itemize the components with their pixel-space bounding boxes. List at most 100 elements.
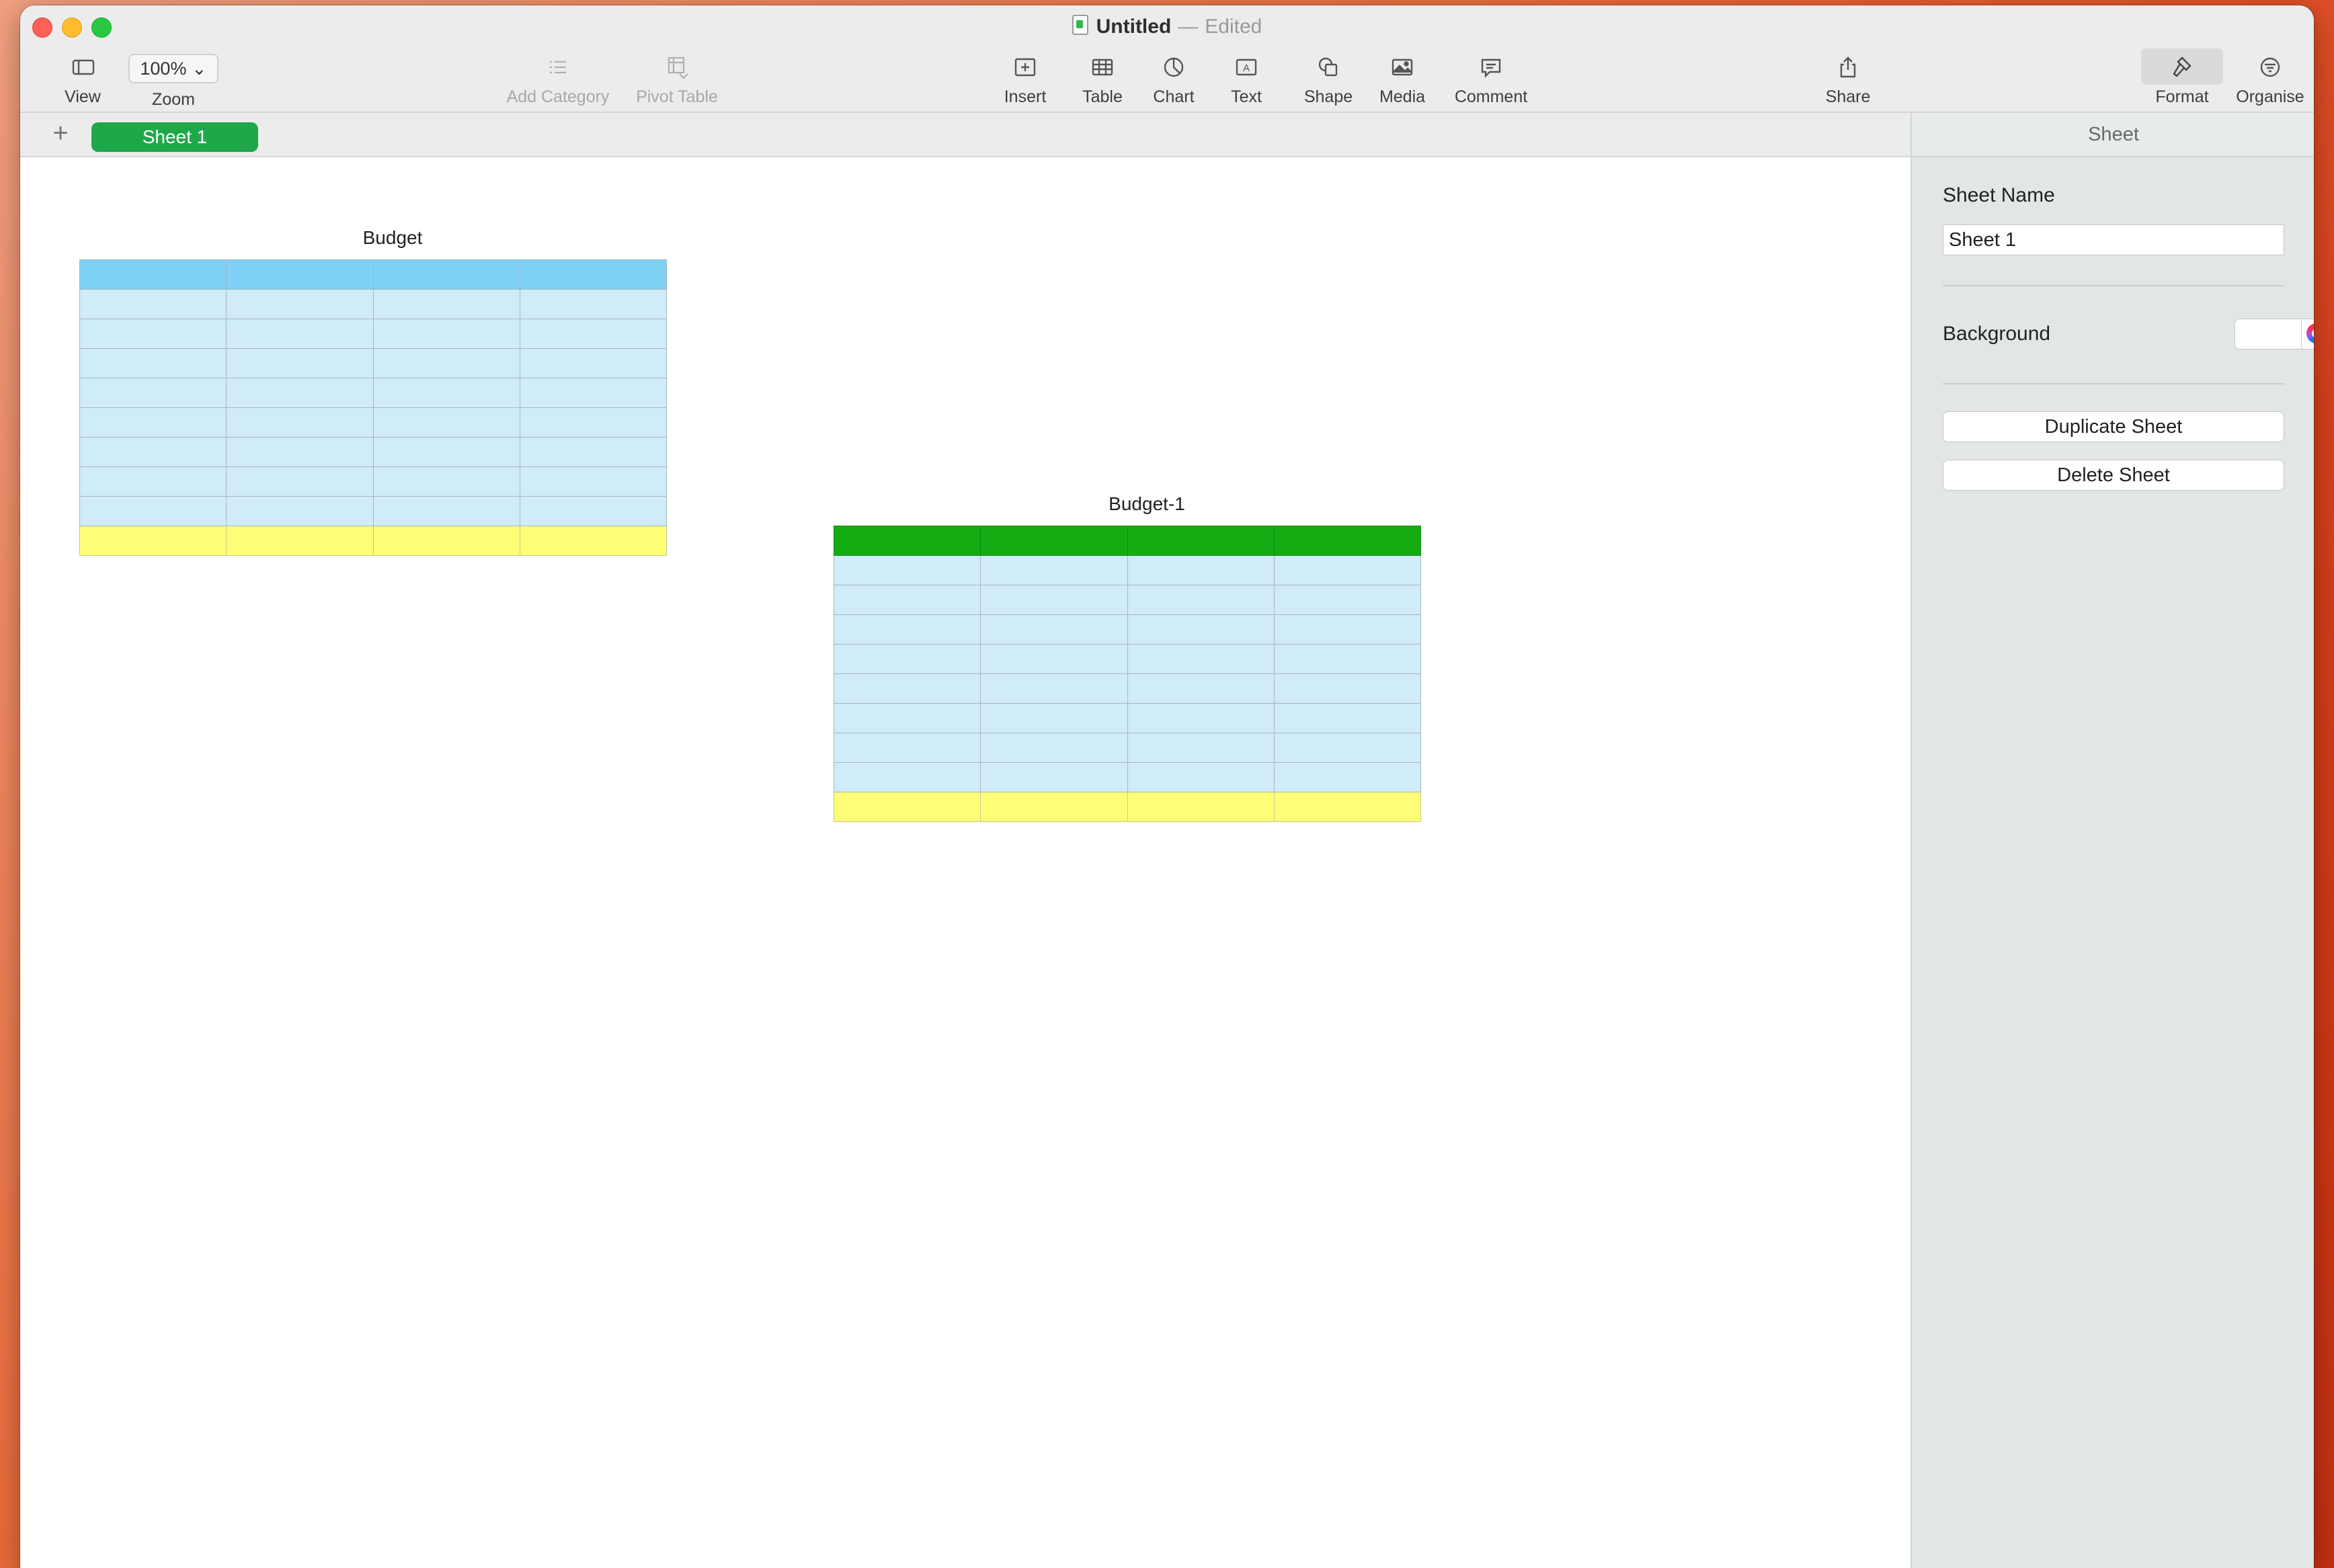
- header-row[interactable]: [79, 259, 668, 290]
- zoom-select[interactable]: 100% ⌄: [128, 54, 218, 83]
- table-row[interactable]: [833, 673, 1422, 704]
- table-cell[interactable]: [1273, 555, 1422, 585]
- table-cell[interactable]: [372, 466, 520, 497]
- table-cell[interactable]: [226, 407, 374, 438]
- text-button[interactable]: A Text: [1213, 54, 1280, 109]
- table-row[interactable]: [833, 614, 1422, 645]
- table-cell[interactable]: [372, 289, 520, 319]
- table-cell[interactable]: [519, 526, 668, 556]
- table-cell[interactable]: [226, 319, 374, 349]
- table-row[interactable]: [833, 555, 1422, 585]
- table-cell[interactable]: [1127, 644, 1275, 674]
- table-cell[interactable]: [79, 526, 227, 556]
- color-wheel-icon[interactable]: [2306, 323, 2314, 343]
- table-cell[interactable]: [1127, 703, 1275, 733]
- table-cell[interactable]: [980, 673, 1128, 704]
- add-category-button[interactable]: Add Category: [491, 54, 625, 109]
- table-cell[interactable]: [1273, 762, 1422, 792]
- table-cell[interactable]: [372, 437, 520, 467]
- view-button[interactable]: View: [39, 54, 126, 109]
- table-cell[interactable]: [833, 703, 981, 733]
- table-cell[interactable]: [833, 733, 981, 763]
- chart-button[interactable]: Chart: [1137, 54, 1211, 109]
- table-cell[interactable]: [226, 289, 374, 319]
- table-cell[interactable]: [1273, 644, 1422, 674]
- table-cell[interactable]: [1127, 555, 1275, 585]
- table-cell[interactable]: [1127, 673, 1275, 704]
- table-row[interactable]: [79, 437, 668, 467]
- table-cell[interactable]: [1127, 762, 1275, 792]
- sheet-name-field[interactable]: [1943, 224, 2284, 255]
- table-cell[interactable]: [519, 466, 668, 497]
- table-button[interactable]: Table: [1065, 54, 1139, 109]
- table-cell[interactable]: [833, 673, 981, 704]
- table-cell[interactable]: [226, 496, 374, 526]
- table-cell[interactable]: [1273, 703, 1422, 733]
- table-cell[interactable]: [1273, 585, 1422, 615]
- table-title-budget-1[interactable]: Budget-1: [854, 493, 1440, 515]
- table-cell[interactable]: [980, 585, 1128, 615]
- table-cell[interactable]: [980, 526, 1128, 556]
- share-button[interactable]: Share: [1811, 54, 1885, 109]
- table-cell[interactable]: [833, 762, 981, 792]
- table-cell[interactable]: [79, 378, 227, 408]
- table-cell[interactable]: [980, 555, 1128, 585]
- inspector-tab-sheet[interactable]: Sheet: [1912, 113, 2314, 157]
- table-cell[interactable]: [372, 526, 520, 556]
- table-cell[interactable]: [79, 496, 227, 526]
- table-row[interactable]: [833, 644, 1422, 674]
- table-cell[interactable]: [1273, 733, 1422, 763]
- table-cell[interactable]: [226, 466, 374, 497]
- media-button[interactable]: Media: [1365, 54, 1439, 109]
- table-cell[interactable]: [372, 348, 520, 378]
- table-cell[interactable]: [372, 259, 520, 290]
- table-cell[interactable]: [1273, 614, 1422, 645]
- table-cell[interactable]: [372, 319, 520, 349]
- table-cell[interactable]: [79, 348, 227, 378]
- table-cell[interactable]: [980, 792, 1128, 822]
- budget-table[interactable]: [79, 259, 668, 556]
- table-cell[interactable]: [1127, 733, 1275, 763]
- add-sheet-button[interactable]: +: [44, 118, 77, 151]
- zoom-control[interactable]: 100% ⌄ Zoom: [126, 50, 220, 109]
- table-row[interactable]: [79, 319, 668, 349]
- table-cell[interactable]: [1127, 792, 1275, 822]
- duplicate-sheet-button[interactable]: Duplicate Sheet: [1943, 411, 2284, 442]
- table-cell[interactable]: [833, 585, 981, 615]
- table-cell[interactable]: [226, 526, 374, 556]
- table-row[interactable]: [79, 348, 668, 378]
- table-row[interactable]: [79, 289, 668, 319]
- table-cell[interactable]: [519, 259, 668, 290]
- table-row[interactable]: [79, 407, 668, 438]
- table-cell[interactable]: [1127, 585, 1275, 615]
- table-row[interactable]: [79, 466, 668, 497]
- table-row[interactable]: [79, 378, 668, 408]
- table-cell[interactable]: [833, 644, 981, 674]
- table-cell[interactable]: [519, 407, 668, 438]
- delete-sheet-button[interactable]: Delete Sheet: [1943, 460, 2284, 491]
- shape-button[interactable]: Shape: [1291, 54, 1365, 109]
- table-cell[interactable]: [79, 319, 227, 349]
- footer-row[interactable]: [79, 526, 668, 556]
- budget-1-table[interactable]: [833, 526, 1422, 822]
- format-button[interactable]: Format: [2142, 54, 2222, 109]
- table-cell[interactable]: [79, 437, 227, 467]
- table-row[interactable]: [79, 496, 668, 526]
- footer-row[interactable]: [833, 792, 1422, 822]
- table-cell[interactable]: [372, 378, 520, 408]
- insert-button[interactable]: Insert: [988, 54, 1062, 109]
- table-cell[interactable]: [79, 466, 227, 497]
- table-title-budget[interactable]: Budget: [99, 227, 686, 249]
- table-cell[interactable]: [372, 407, 520, 438]
- table-row[interactable]: [833, 703, 1422, 733]
- table-cell[interactable]: [1273, 526, 1422, 556]
- table-row[interactable]: [833, 733, 1422, 763]
- table-cell[interactable]: [980, 703, 1128, 733]
- table-cell[interactable]: [1127, 526, 1275, 556]
- table-cell[interactable]: [519, 378, 668, 408]
- table-cell[interactable]: [519, 496, 668, 526]
- table-cell[interactable]: [226, 378, 374, 408]
- table-cell[interactable]: [833, 614, 981, 645]
- table-cell[interactable]: [519, 289, 668, 319]
- table-cell[interactable]: [980, 762, 1128, 792]
